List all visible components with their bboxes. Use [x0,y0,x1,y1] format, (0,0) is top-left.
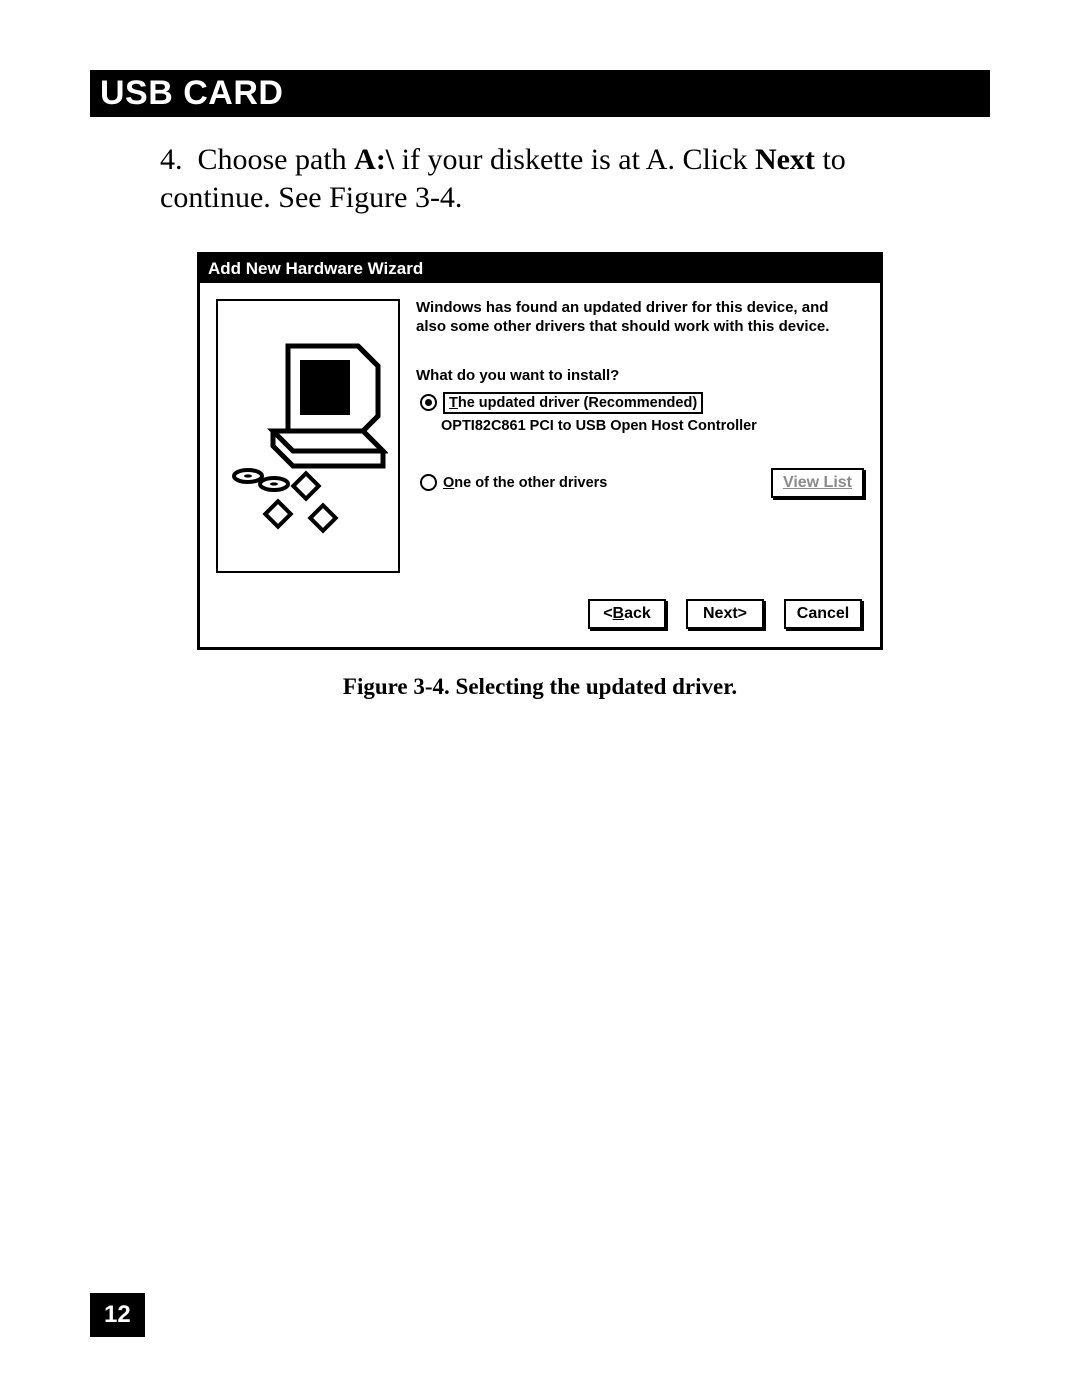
back-button[interactable]: <Back [588,599,666,629]
dialog-body: Windows has found an updated driver for … [200,283,880,585]
step-text-part: Choose path [198,143,355,176]
mnemonic-char: T [449,395,458,411]
mnemonic-char: B [613,605,625,622]
computer-disks-icon [228,336,388,536]
found-driver-text: Windows has found an updated driver for … [416,299,864,337]
step-text-part: if your diskette is at A. Click [394,143,755,176]
view-list-button[interactable]: View List [771,468,864,498]
driver-name-label: OPTI82C861 PCI to USB Open Host Controll… [441,418,864,434]
option-label: The updated driver (Recommended) [443,392,703,414]
option-label: One of the other drivers [443,475,607,491]
option-updated-driver[interactable]: The updated driver (Recommended) [420,392,864,414]
label-part: < [603,605,612,622]
radio-unselected-icon [420,474,437,491]
mnemonic-char: O [443,475,454,491]
figure-caption: Figure 3-4. Selecting the updated driver… [90,674,990,700]
option-group: The updated driver (Recommended) OPTI82C… [420,392,864,498]
step-text-bold: Next [755,143,815,176]
instruction-step: 4. Choose path A:\ if your diskette is a… [160,141,920,216]
text-line: Windows has found an updated driver for … [416,299,828,316]
dialog-button-row: <Back Next> Cancel [200,585,880,647]
label-part: ack [624,605,651,622]
manual-page: USB CARD 4. Choose path A:\ if your disk… [0,0,1080,1397]
text-line: also some other drivers that should work… [416,318,829,335]
label-rest: he updated driver (Recommended) [458,395,697,411]
label-rest: ne of the other drivers [454,475,607,491]
dialog-titlebar: Add New Hardware Wizard [200,255,880,283]
next-button[interactable]: Next> [686,599,764,629]
step-number: 4. [160,141,190,179]
dialog-content: Windows has found an updated driver for … [416,299,864,573]
wizard-dialog: Add New Hardware Wizard [197,252,883,650]
section-header: USB CARD [90,70,990,117]
option-other-drivers[interactable]: One of the other drivers [420,474,607,491]
option-other-drivers-row: One of the other drivers View List [420,468,864,498]
wizard-graphic-panel [216,299,400,573]
cancel-button[interactable]: Cancel [784,599,862,629]
step-text-bold: A:\ [354,143,394,176]
page-number: 12 [90,1293,145,1337]
install-question: What do you want to install? [416,367,864,384]
radio-selected-icon [420,394,437,411]
